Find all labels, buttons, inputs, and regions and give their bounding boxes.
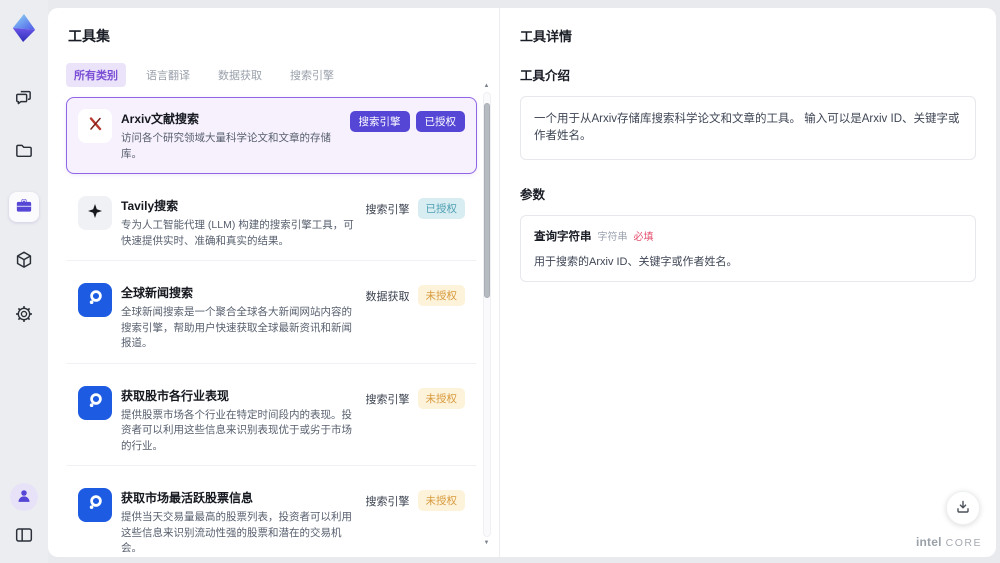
category-tab[interactable]: 数据获取 (210, 63, 270, 87)
tool-name: 获取市场最活跃股票信息 (121, 491, 254, 505)
tool-card[interactable]: 获取市场最活跃股票信息 提供当天交易量最高的股票列表，投资者可以利用这些信息来识… (66, 476, 477, 557)
scroll-up-icon[interactable]: ▲ (484, 82, 490, 90)
category-tab[interactable]: 搜索引擎 (282, 63, 342, 87)
intel-core-logo: intel CORE (915, 535, 982, 549)
tool-description: 提供当天交易量最高的股票列表，投资者可以利用这些信息来识别流动性强的股票和潜在的… (121, 511, 352, 554)
tool-card[interactable]: 全球新闻搜索 全球新闻搜索是一个聚合全球各大新闻网站内容的搜索引擎，帮助用户快速… (66, 271, 477, 364)
tool-detail-panel: 工具详情 工具介绍 一个用于从Arxiv存储库搜索科学论文和文章的工具。 输入可… (500, 8, 996, 557)
parameter-card: 查询字符串 字符串 必填 用于搜索的Arxiv ID、关键字或作者姓名。 (520, 215, 976, 282)
tool-description: 专为人工智能代理 (LLM) 构建的搜索引擎工具，可快速提供实时、准确和真实的结… (121, 219, 354, 247)
intro-heading: 工具介绍 (520, 69, 571, 83)
tool-card[interactable]: Tavily搜索 专为人工智能代理 (LLM) 构建的搜索引擎工具，可快速提供实… (66, 184, 477, 261)
cube-icon (13, 249, 35, 274)
category-tag: 搜索引擎 (365, 496, 410, 508)
category-tag: 搜索引擎 (349, 111, 410, 132)
user-icon (14, 486, 34, 509)
detail-title: 工具详情 (520, 29, 573, 44)
tool-description: 提供股票市场各个行业在特定时间段内的表现。投资者可以利用这些信息来识别表现优于或… (121, 408, 352, 452)
category-tag: 搜索引擎 (365, 393, 410, 406)
tool-description: 全球新闻搜索是一个聚合全球各大新闻网站内容的搜索引擎，帮助用户快速获取全球最新资… (121, 306, 352, 349)
news-search-logo-icon (86, 288, 105, 312)
main-content: 工具集 所有类别 语言翻译 数据获取 搜索引擎 Arxiv文献搜索 访问各个研究领域大… (48, 8, 996, 557)
scrollbar-track[interactable] (482, 92, 491, 537)
scrollbar-thumb[interactable] (483, 103, 490, 298)
tavily-logo-icon (86, 202, 104, 225)
category-tabs: 所有类别 语言翻译 数据获取 搜索引擎 (66, 63, 477, 87)
sidebar-nav (9, 84, 39, 330)
page-title: 工具集 (68, 28, 110, 44)
folder-nav-button[interactable] (9, 138, 39, 168)
tool-card[interactable]: Arxiv文献搜索 访问各个研究领域大量科学论文和文章的存储库。 搜索引擎 已授… (66, 97, 477, 174)
tool-name: 获取股市各行业表现 (121, 388, 230, 403)
folder-icon (13, 141, 35, 166)
auth-status-badge: 已授权 (417, 198, 465, 219)
chat-nav-button[interactable] (9, 84, 39, 114)
user-profile-button[interactable] (10, 483, 38, 511)
parameters-list: 查询字符串 字符串 必填 用于搜索的Arxiv ID、关键字或作者姓名。 (520, 215, 976, 282)
auth-status-badge: 未授权 (417, 285, 465, 306)
tool-name: Tavily搜索 (121, 199, 179, 213)
category-tag: 数据获取 (365, 291, 410, 303)
auth-status-badge: 未授权 (417, 490, 465, 511)
panel-toggle-icon (13, 524, 35, 549)
tool-list: Arxiv文献搜索 访问各个研究领域大量科学论文和文章的存储库。 搜索引擎 已授… (66, 97, 477, 557)
parameter-type: 字符串 (597, 232, 628, 243)
parameter-name: 查询字符串 (534, 231, 592, 243)
tool-card[interactable]: 获取股市各行业表现 提供股票市场各个行业在特定时间段内的表现。投资者可以利用这些… (66, 373, 477, 466)
category-tab[interactable]: 语言翻译 (138, 63, 198, 87)
sidebar (0, 0, 48, 563)
tool-description: 访问各个研究领域大量科学论文和文章的存储库。 (121, 132, 331, 160)
arxiv-logo-icon (86, 114, 105, 138)
auth-status-badge: 已授权 (415, 111, 465, 132)
toolbox-icon (13, 195, 35, 220)
download-icon (955, 499, 971, 518)
category-tab[interactable]: 所有类别 (66, 63, 126, 87)
toolbox-nav-button[interactable] (9, 192, 39, 222)
cube-nav-button[interactable] (9, 246, 39, 276)
download-button[interactable] (946, 491, 980, 525)
news-search-logo-icon (86, 493, 105, 517)
tool-list-panel: 工具集 所有类别 语言翻译 数据获取 搜索引擎 Arxiv文献搜索 访问各个研究领域大… (48, 8, 500, 557)
params-heading: 参数 (520, 188, 546, 202)
tool-intro-box: 一个用于从Arxiv存储库搜索科学论文和文章的工具。 输入可以是Arxiv ID… (520, 96, 976, 160)
auth-status-badge: 未授权 (417, 387, 465, 409)
scroll-down-icon[interactable]: ▼ (484, 539, 490, 547)
tool-name: Arxiv文献搜索 (121, 112, 200, 126)
settings-nav-button[interactable] (9, 300, 39, 330)
chat-icon (13, 87, 35, 112)
news-search-logo-icon (86, 391, 105, 415)
sidebar-bottom (9, 483, 39, 551)
parameter-required-badge: 必填 (633, 232, 654, 243)
app-logo-icon (8, 10, 40, 46)
category-tag: 搜索引擎 (365, 204, 410, 216)
tool-name: 全球新闻搜索 (121, 286, 194, 300)
parameter-description: 用于搜索的Arxiv ID、关键字或作者姓名。 (534, 256, 738, 268)
scrollbar[interactable]: ▲ ▼ (482, 82, 491, 547)
gear-icon (13, 303, 35, 328)
panel-toggle-button[interactable] (9, 521, 39, 551)
